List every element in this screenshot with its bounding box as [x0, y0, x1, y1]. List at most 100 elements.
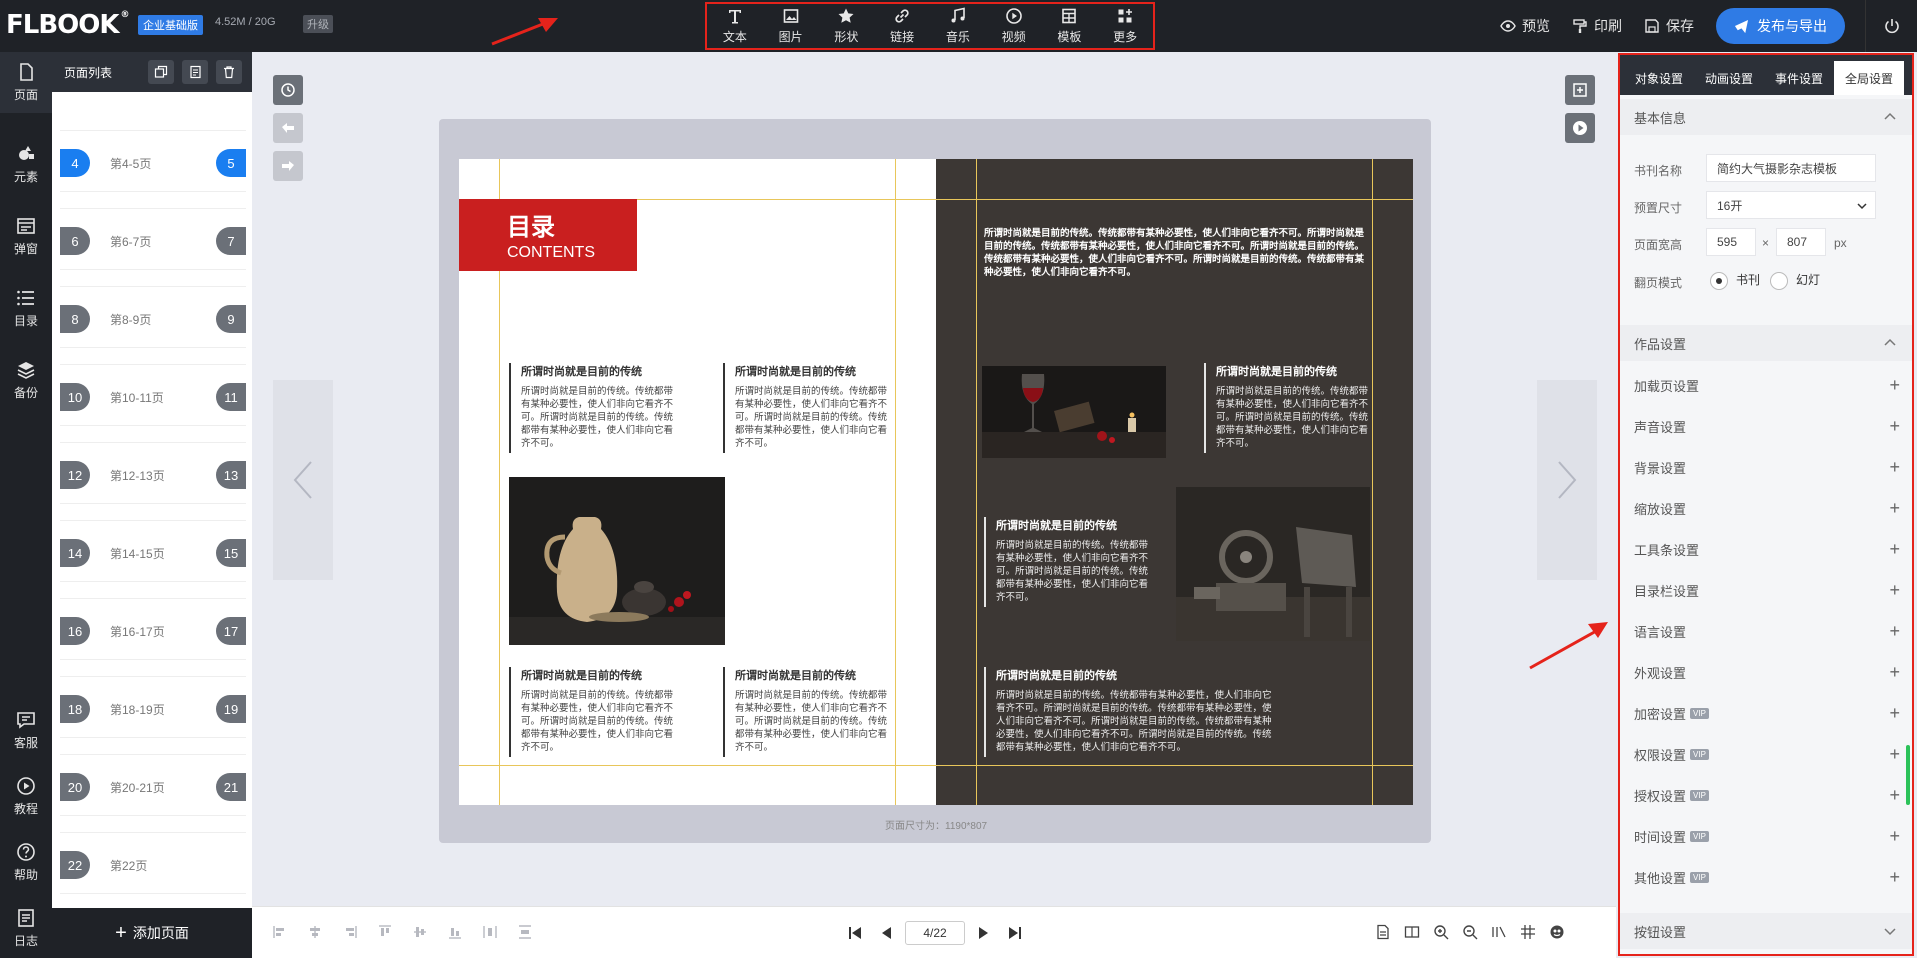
logo[interactable]: FLBOOK ®	[6, 10, 130, 40]
setting-authorization[interactable]: 授权设置 VIP +	[1634, 775, 1900, 816]
book-page-right[interactable]: 所谓时尚就是目前的传统。传统都带有某种必要性，使人们非向它看齐不可。所谓时尚就是…	[936, 159, 1413, 805]
grid-icon[interactable]	[1520, 924, 1536, 940]
tab-global-settings[interactable]: 全局设置	[1834, 61, 1905, 95]
power-button[interactable]	[1865, 0, 1917, 52]
page-thumb-18-19[interactable]: 18 第18-19页 19	[60, 676, 246, 738]
nav-log[interactable]: 日志	[0, 908, 52, 949]
page-input[interactable]: 4/22	[905, 921, 965, 945]
last-page-icon[interactable]	[1007, 925, 1023, 941]
next-page-icon[interactable]	[975, 925, 991, 941]
fit-size-icon[interactable]	[1491, 924, 1507, 940]
setting-time[interactable]: 时间设置 VIP +	[1634, 816, 1900, 857]
single-page-icon[interactable]	[1375, 924, 1391, 940]
setting-other[interactable]: 其他设置 VIP +	[1634, 857, 1900, 898]
distribute-vertical-icon[interactable]	[517, 924, 533, 940]
align-middle-icon[interactable]	[412, 924, 428, 940]
setting-language[interactable]: 语言设置 +	[1634, 611, 1900, 652]
page-thumb-10-11[interactable]: 10 第10-11页 11	[60, 364, 246, 426]
tool-more[interactable]: 更多	[1097, 7, 1153, 45]
align-top-icon[interactable]	[377, 924, 393, 940]
tool-template[interactable]: 模板	[1042, 7, 1098, 45]
theme-icon[interactable]	[1549, 924, 1565, 940]
nav-service[interactable]: 客服	[0, 710, 52, 751]
add-page-button[interactable]: + 添加页面	[52, 908, 252, 958]
nav-help[interactable]: 帮助	[0, 842, 52, 883]
book-name-input[interactable]: 简约大气摄影杂志模板	[1706, 154, 1876, 182]
prev-page-arrow[interactable]	[273, 380, 333, 580]
nav-page[interactable]: 页面	[0, 52, 52, 113]
double-page-icon[interactable]	[1404, 924, 1420, 940]
tool-music[interactable]: 音乐	[930, 7, 986, 45]
page-width-input[interactable]: 595	[1706, 228, 1756, 256]
nav-popup[interactable]: 弹窗	[0, 216, 52, 257]
delete-page-button[interactable]	[216, 60, 242, 84]
align-bottom-icon[interactable]	[447, 924, 463, 940]
tool-link[interactable]: 链接	[874, 7, 930, 45]
page-thumb-16-17[interactable]: 16 第16-17页 17	[60, 598, 246, 660]
work-settings-header[interactable]: 作品设置	[1620, 325, 1912, 361]
page-thumb-20-21[interactable]: 20 第20-21页 21	[60, 754, 246, 816]
article-block[interactable]: 所谓时尚就是目前的传统 所谓时尚就是目前的传统。传统都带有某种必要性，使人们非向…	[984, 667, 1274, 757]
print-button[interactable]: 印刷	[1572, 16, 1622, 36]
tool-text[interactable]: 文本	[707, 7, 763, 45]
copy-page-button[interactable]	[148, 60, 174, 84]
zoom-in-icon[interactable]	[1433, 924, 1449, 940]
button-settings-header[interactable]: 按钮设置	[1620, 913, 1912, 949]
save-button[interactable]: 保存	[1644, 16, 1694, 36]
align-center-icon[interactable]	[307, 924, 323, 940]
publish-export-button[interactable]: 发布与导出	[1716, 8, 1845, 44]
page-thumb-14-15[interactable]: 14 第14-15页 15	[60, 520, 246, 582]
tool-image[interactable]: 图片	[763, 7, 819, 45]
basic-info-header[interactable]: 基本信息	[1620, 99, 1912, 135]
page-thumb-8-9[interactable]: 8 第8-9页 9	[60, 286, 246, 348]
article-block[interactable]: 所谓时尚就是目前的传统 所谓时尚就是目前的传统。传统都带有某种必要性，使人们非向…	[1204, 363, 1374, 453]
page-thumb-6-7[interactable]: 6 第6-7页 7	[60, 208, 246, 270]
article-block[interactable]: 所谓时尚就是目前的传统 所谓时尚就是目前的传统。传统都带有某种必要性，使人们非向…	[984, 517, 1154, 607]
duplicate-page-button[interactable]	[182, 60, 208, 84]
setting-encryption[interactable]: 加密设置 VIP +	[1634, 693, 1900, 734]
prev-page-icon[interactable]	[879, 925, 895, 941]
article-block[interactable]: 所谓时尚就是目前的传统 所谓时尚就是目前的传统。传统都带有某种必要性，使人们非向…	[723, 667, 893, 757]
setting-loading-page[interactable]: 加载页设置 +	[1634, 365, 1900, 406]
setting-zoom[interactable]: 缩放设置 +	[1634, 488, 1900, 529]
tab-animation-settings[interactable]: 动画设置	[1694, 61, 1764, 95]
book-page-left[interactable]: 目录 CONTENTS 所谓时尚就是目前的传统 所谓时尚就是目前的传统。传统都带…	[459, 159, 936, 805]
intro-paragraph[interactable]: 所谓时尚就是目前的传统。传统都带有某种必要性，使人们非向它看齐不可。所谓时尚就是…	[984, 227, 1372, 279]
undo-button[interactable]	[273, 113, 303, 143]
article-block[interactable]: 所谓时尚就是目前的传统 所谓时尚就是目前的传统。传统都带有某种必要性，使人们非向…	[509, 363, 679, 453]
nav-tutorial[interactable]: 教程	[0, 776, 52, 817]
preset-size-select[interactable]: 16开	[1706, 191, 1876, 219]
play-preview-button[interactable]	[1565, 113, 1595, 143]
article-block[interactable]: 所谓时尚就是目前的传统 所谓时尚就是目前的传统。传统都带有某种必要性，使人们非向…	[723, 363, 893, 453]
upgrade-button[interactable]: 升级	[303, 15, 333, 33]
zoom-out-icon[interactable]	[1462, 924, 1478, 940]
tool-shape[interactable]: 形状	[819, 7, 875, 45]
scrollbar[interactable]	[1906, 745, 1910, 805]
tool-video[interactable]: 视频	[986, 7, 1042, 45]
next-page-arrow[interactable]	[1537, 380, 1597, 580]
align-left-icon[interactable]	[272, 924, 288, 940]
nav-elements[interactable]: 元素	[0, 144, 52, 185]
vintage-projector-photo[interactable]	[1176, 487, 1370, 641]
first-page-icon[interactable]	[847, 925, 863, 941]
tab-event-settings[interactable]: 事件设置	[1764, 61, 1834, 95]
setting-background[interactable]: 背景设置 +	[1634, 447, 1900, 488]
history-button[interactable]	[273, 75, 303, 105]
align-right-icon[interactable]	[342, 924, 358, 940]
redo-button[interactable]	[273, 151, 303, 181]
page-thumb-4-5[interactable]: 4 第4-5页 5	[60, 130, 246, 192]
setting-sound[interactable]: 声音设置 +	[1634, 406, 1900, 447]
page-thumb-12-13[interactable]: 12 第12-13页 13	[60, 442, 246, 504]
flip-mode-book-radio[interactable]: 书刊	[1710, 271, 1760, 290]
article-block[interactable]: 所谓时尚就是目前的传统 所谓时尚就是目前的传统。传统都带有某种必要性，使人们非向…	[509, 667, 679, 757]
page-thumb-22[interactable]: 22 第22页	[60, 832, 246, 894]
setting-appearance[interactable]: 外观设置 +	[1634, 652, 1900, 693]
nav-toc[interactable]: 目录	[0, 288, 52, 329]
flip-mode-slide-radio[interactable]: 幻灯	[1770, 271, 1820, 290]
distribute-horizontal-icon[interactable]	[482, 924, 498, 940]
page-height-input[interactable]: 807	[1776, 228, 1826, 256]
page-settings-button[interactable]	[1565, 75, 1595, 105]
tab-object-settings[interactable]: 对象设置	[1624, 61, 1694, 95]
setting-permission[interactable]: 权限设置 VIP +	[1634, 734, 1900, 775]
contents-heading-block[interactable]: 目录 CONTENTS	[459, 199, 637, 271]
